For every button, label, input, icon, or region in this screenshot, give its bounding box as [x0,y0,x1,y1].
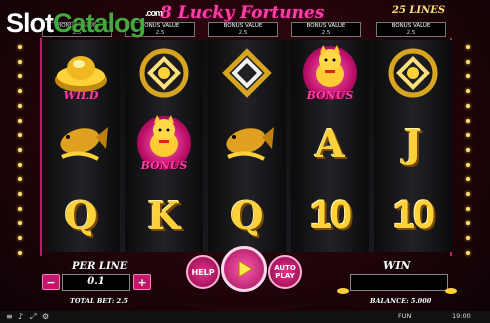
letter-k-symbol: K [130,184,198,246]
letter-j-symbol: J [379,112,447,174]
clock: 19:00 [452,312,471,320]
play-icon [238,260,253,278]
wild-label: WILD [63,89,99,102]
symbol-letter: Q [230,192,264,238]
per-line-value: 0.1 [87,276,105,287]
help-button[interactable]: HELP [186,255,220,289]
menu-icon[interactable]: ≡ [6,312,13,321]
letter-a-symbol: A [296,112,364,174]
bonus-value-amount: 2.5 [321,30,331,36]
spin-button[interactable] [221,246,267,292]
bonus-value-amount: 2.5 [238,30,248,36]
gold-knot-icon [139,48,189,98]
per-line-label: PER LINE [72,261,128,272]
game-title: 8 Lucky Fortunes [160,3,325,23]
gold-ingot-deco-icon [337,288,349,294]
watermark-catalog: Catalog [53,8,146,38]
ten-symbol: 10 [296,184,364,246]
bonus-lucky-cat-symbol: BONUS [130,112,198,174]
bonus-value-label: BONUS VALUE [223,23,263,29]
gold-fish-icon [226,127,274,161]
gold-knot-symbol [379,42,447,104]
lines-count: 25 LINES [392,5,446,16]
per-line-display: 0.1 [62,274,130,291]
right-marquee-lights [466,45,472,255]
increase-bet-button[interactable]: + [133,274,151,290]
mode-label: FUN [398,312,412,320]
bonus-value-label: BONUS VALUE [306,23,346,29]
gold-fish-symbol [47,112,115,174]
win-label: WIN [383,259,411,272]
slotcatalog-watermark: SlotCatalog.com [6,8,163,39]
symbol-ten: 10 [392,192,435,237]
bonus-value-amount: 2.5 [406,30,416,36]
bonus-lucky-cat-symbol: BONUS [296,42,364,104]
fullscreen-icon[interactable]: ⤢ [30,312,36,322]
win-display [350,274,448,291]
ten-symbol: 10 [379,184,447,246]
bonus-value-box: BONUS VALUE 2.5 [291,22,361,37]
lucky-cat-icon [150,115,178,157]
symbol-letter: Q [64,192,98,238]
auto-play-button[interactable]: AUTO PLAY [268,255,302,289]
silver-knot-symbol [213,42,281,104]
watermark-slot: Slot [6,8,54,38]
bonus-value-label: BONUS VALUE [391,23,431,29]
silver-knot-icon [222,48,272,98]
reels-area: WILD BONUS BONUS A J Q K Q 10 10 [42,40,452,252]
letter-q-symbol: Q [213,184,281,246]
symbol-letter: J [404,120,422,166]
balance: BALANCE: 5.000 [370,297,432,305]
sound-icon[interactable]: ♪ [18,312,23,321]
bonus-value-box: BONUS VALUE 2.5 [208,22,278,37]
wild-gold-ingot-symbol: WILD [47,42,115,104]
bonus-value-box: BONUS VALUE 2.5 [376,22,446,37]
symbol-ten: 10 [309,192,352,237]
letter-q-symbol: Q [47,184,115,246]
bonus-label: BONUS [140,159,188,172]
symbol-letter: K [147,192,181,238]
gold-fish-icon [60,127,108,161]
decrease-bet-button[interactable]: − [42,274,60,290]
watermark-com: .com [145,8,163,18]
total-bet: TOTAL BET: 2.5 [70,297,128,305]
gold-knot-symbol [130,42,198,104]
gold-fish-symbol [213,112,281,174]
lucky-cat-icon [316,45,344,87]
gold-knot-icon [388,48,438,98]
status-bar: ≡ ♪ ⤢ ⚙ FUN 19:00 [0,311,490,323]
gold-ingot-deco-icon [445,288,457,294]
symbol-letter: A [315,120,345,166]
bonus-label: BONUS [306,89,354,102]
left-marquee-lights [18,45,24,255]
settings-icon[interactable]: ⚙ [42,312,49,321]
